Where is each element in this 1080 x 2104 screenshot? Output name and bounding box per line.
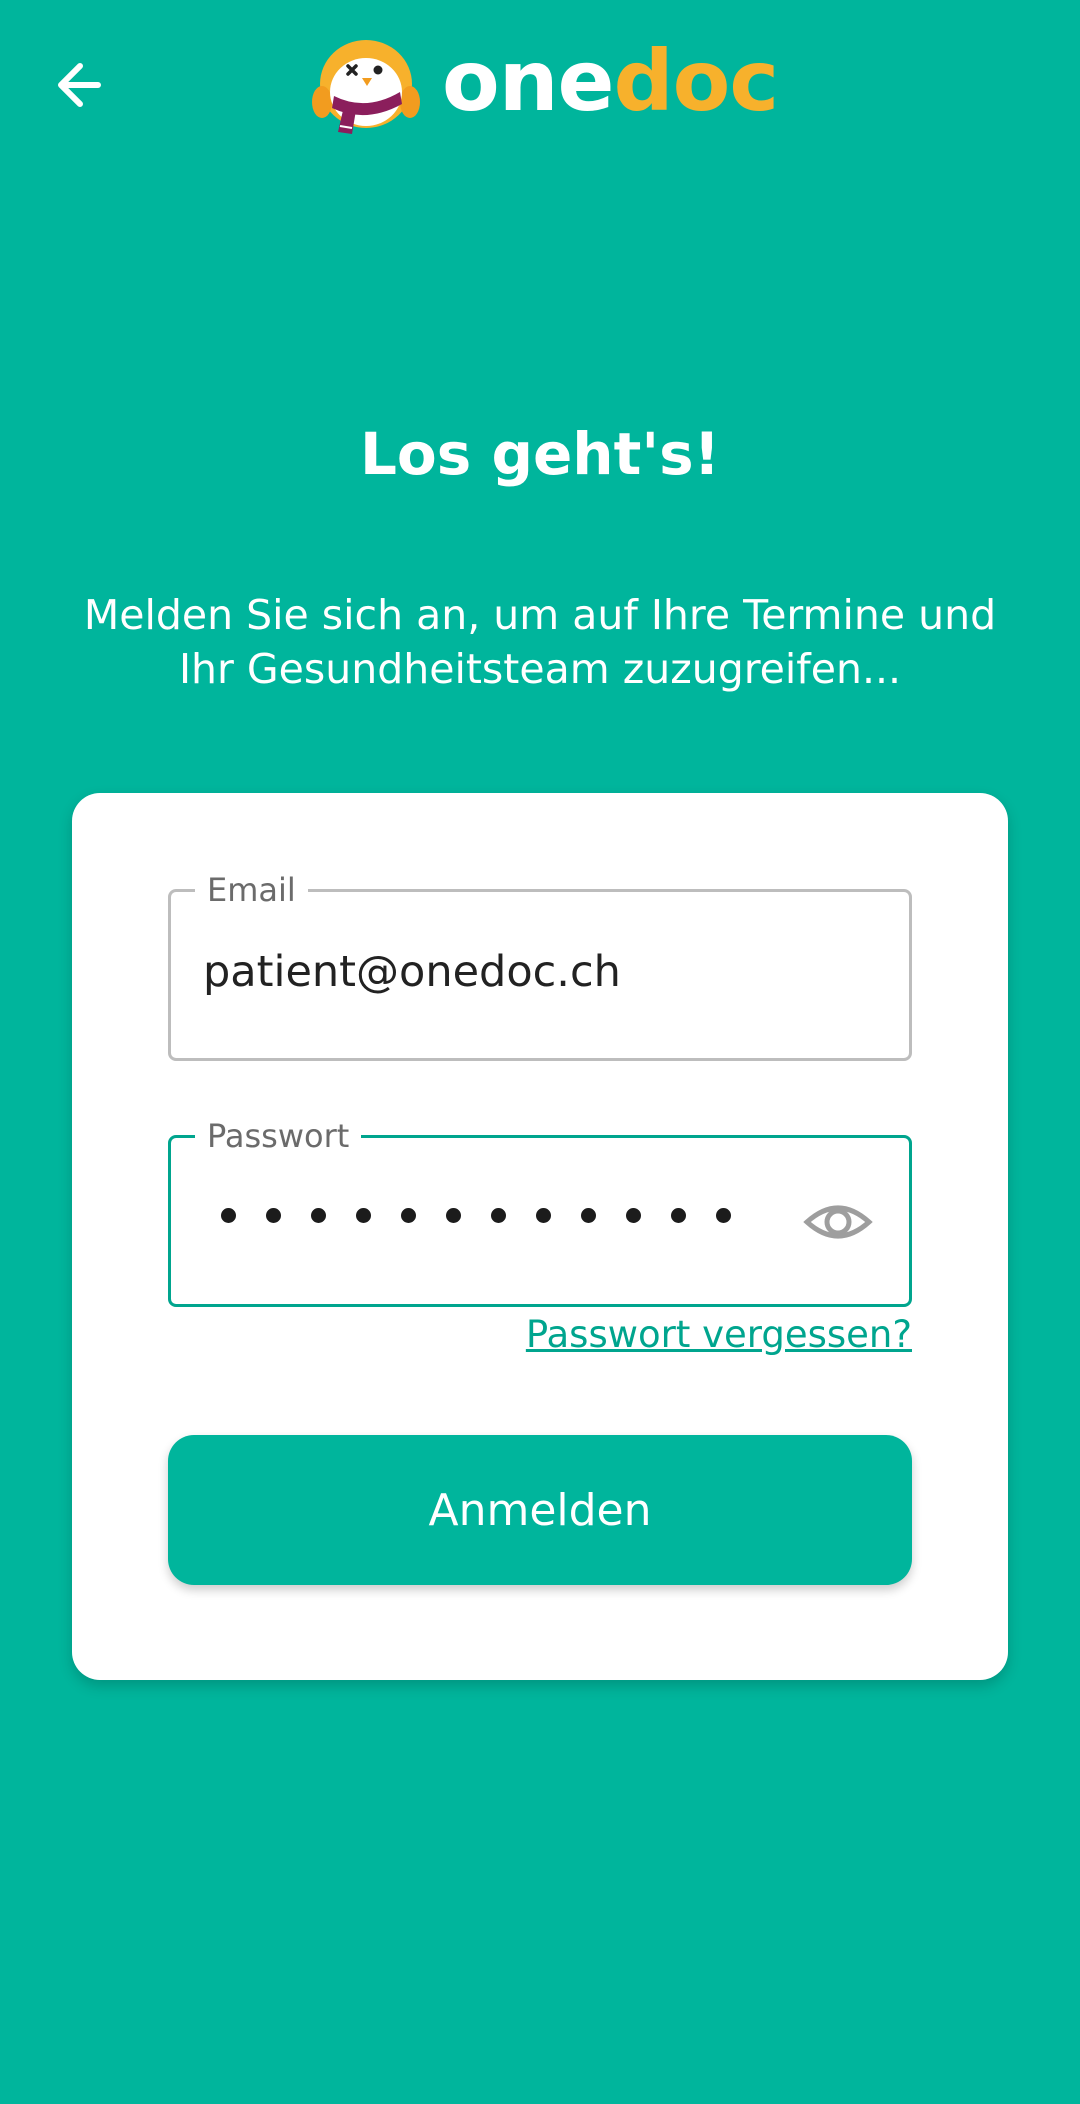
email-field[interactable]: Email [168, 870, 912, 1061]
arrow-left-icon [58, 63, 101, 107]
page-title: Los geht's! [359, 420, 721, 488]
password-dot [581, 1208, 596, 1223]
back-button[interactable] [50, 50, 120, 120]
password-dot [446, 1208, 461, 1223]
email-input[interactable] [203, 942, 877, 1002]
penguin-mascot-icon [312, 40, 420, 134]
password-dot [401, 1208, 416, 1223]
password-dot [491, 1208, 506, 1223]
eye-icon [803, 1205, 873, 1239]
page-subtitle: Melden Sie sich an, um auf Ihre Termine … [83, 591, 997, 693]
password-dot [221, 1208, 236, 1223]
logo-word-one: one [442, 32, 614, 130]
password-label: Passwort [195, 1116, 362, 1156]
toggle-password-visibility-button[interactable] [803, 1192, 873, 1252]
email-label: Email [195, 870, 308, 910]
password-dot [536, 1208, 551, 1223]
password-dot [266, 1208, 281, 1223]
password-dot [626, 1208, 641, 1223]
login-card: Email Passwort Passwort vergessen? Anmel… [72, 793, 1008, 1680]
forgot-password-link[interactable]: Passwort vergessen? [526, 1313, 912, 1356]
password-field[interactable]: Passwort [168, 1116, 912, 1307]
onedoc-logo: onedoc [312, 26, 779, 136]
logo-wordmark: onedoc [442, 39, 779, 123]
login-button[interactable]: Anmelden [168, 1435, 912, 1585]
app-header: onedoc [0, 0, 1080, 170]
logo-word-doc: doc [613, 32, 779, 130]
password-masked-value[interactable] [221, 1208, 731, 1223]
password-dot [716, 1208, 731, 1223]
password-dot [356, 1208, 371, 1223]
password-dot [311, 1208, 326, 1223]
password-dot [671, 1208, 686, 1223]
